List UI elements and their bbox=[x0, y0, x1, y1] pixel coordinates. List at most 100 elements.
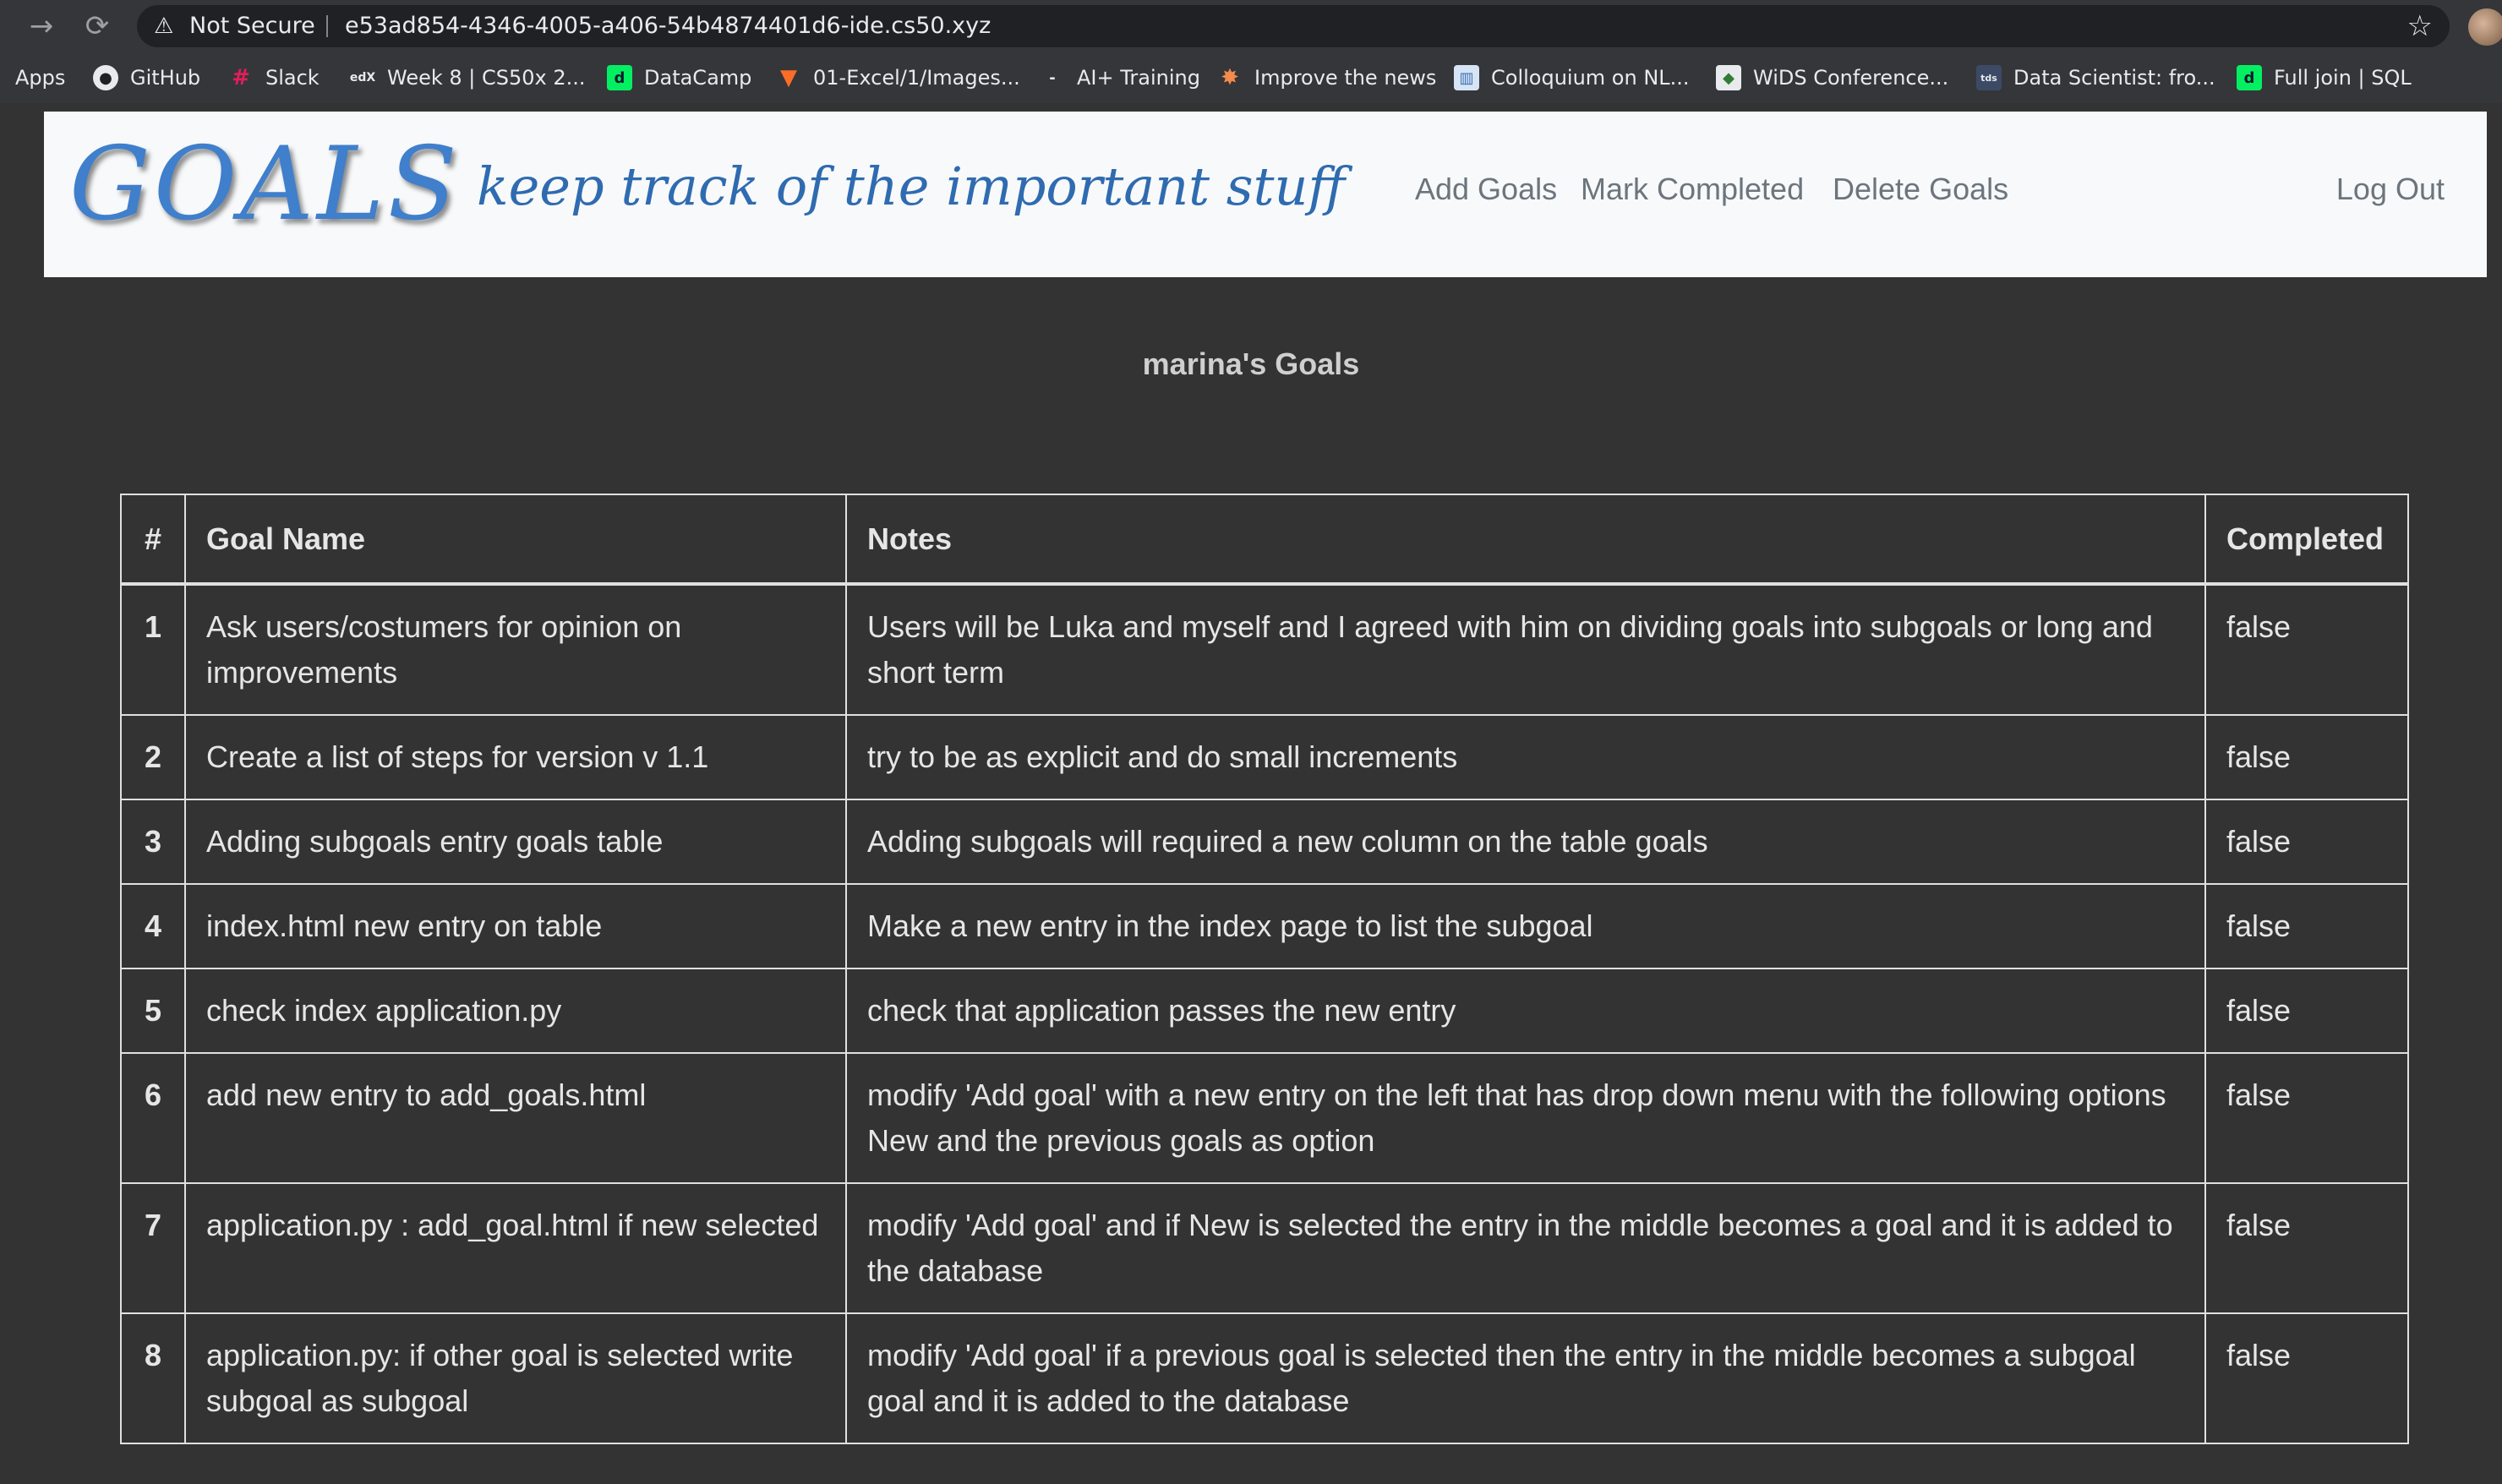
warning-icon: ⚠ bbox=[154, 14, 174, 39]
datacamp-icon: d bbox=[2237, 65, 2262, 90]
forward-icon[interactable]: → bbox=[22, 7, 61, 46]
bookmark-label: 01-Excel/1/Images... bbox=[813, 66, 1020, 90]
goal-number: 8 bbox=[120, 1312, 186, 1444]
wids-icon: ◆ bbox=[1716, 65, 1741, 90]
goal-name: Create a list of steps for version v 1.1 bbox=[184, 714, 847, 800]
site-navbar: GOALS keep track of the important stuff … bbox=[44, 112, 2487, 277]
bookmark-ai-training[interactable]: - AI+ Training bbox=[1040, 63, 1200, 93]
goal-number: 2 bbox=[120, 714, 186, 800]
bookmark-label: AI+ Training bbox=[1077, 66, 1200, 90]
column-header-number: # bbox=[120, 494, 186, 585]
bookmark-label: GitHub bbox=[130, 66, 201, 90]
bookmark-label: DataCamp bbox=[644, 66, 752, 90]
table-row: 5 check index application.py check that … bbox=[120, 968, 2409, 1054]
browser-toolbar: → ⟳ ⚠ Not Secure e53ad854-4346-4005-a406… bbox=[0, 0, 2502, 52]
goal-name: index.html new entry on table bbox=[184, 883, 847, 969]
bookmark-slack[interactable]: # Slack bbox=[228, 63, 320, 93]
goal-name: Ask users/costumers for opinion on impro… bbox=[184, 583, 847, 716]
table-row: 4 index.html new entry on table Make a n… bbox=[120, 883, 2409, 969]
table-row: 7 application.py : add_goal.html if new … bbox=[120, 1182, 2409, 1314]
bookmark-label: Colloquium on NL... bbox=[1491, 66, 1690, 90]
bookmark-week8[interactable]: edX Week 8 | CS50x 2... bbox=[350, 63, 586, 93]
bookmark-gitlab[interactable]: ▼ 01-Excel/1/Images... bbox=[776, 63, 1020, 93]
bookmark-label: Apps bbox=[15, 66, 66, 90]
slack-icon: # bbox=[232, 65, 250, 90]
goal-number: 1 bbox=[120, 583, 186, 716]
goal-notes: modify 'Add goal' and if New is selected… bbox=[845, 1182, 2206, 1314]
goal-notes: check that application passes the new en… bbox=[845, 968, 2206, 1054]
table-row: 1 Ask users/costumers for opinion on imp… bbox=[120, 583, 2409, 716]
table-row: 2 Create a list of steps for version v 1… bbox=[120, 714, 2409, 800]
goal-name: application.py : add_goal.html if new se… bbox=[184, 1182, 847, 1314]
column-header-completed: Completed bbox=[2204, 494, 2409, 585]
bookmark-label: Slack bbox=[265, 66, 320, 90]
improve-news-icon: ✸ bbox=[1221, 65, 1239, 90]
nav-mark-completed[interactable]: Mark Completed bbox=[1581, 157, 1804, 221]
goal-completed: false bbox=[2204, 968, 2409, 1054]
bookmark-apps[interactable]: Apps bbox=[15, 63, 65, 93]
goal-name: add new entry to add_goals.html bbox=[184, 1052, 847, 1184]
goal-completed: false bbox=[2204, 1312, 2409, 1444]
goal-notes: modify 'Add goal' with a new entry on th… bbox=[845, 1052, 2206, 1184]
bookmark-star-icon[interactable]: ☆ bbox=[2407, 5, 2433, 47]
nav-delete-goals[interactable]: Delete Goals bbox=[1833, 157, 2008, 221]
ai-training-icon: - bbox=[1049, 68, 1056, 87]
goals-table: # Goal Name Notes Completed 1 Ask users/… bbox=[120, 494, 2409, 1444]
bookmark-colloquium[interactable]: ▥ Colloquium on NL... bbox=[1454, 63, 1690, 93]
table-header-row: # Goal Name Notes Completed bbox=[120, 494, 2409, 585]
goal-name: application.py: if other goal is selecte… bbox=[184, 1312, 847, 1444]
table-row: 6 add new entry to add_goals.html modify… bbox=[120, 1052, 2409, 1184]
column-header-goal-name: Goal Name bbox=[184, 494, 847, 585]
datacamp-icon: d bbox=[607, 65, 632, 90]
goal-completed: false bbox=[2204, 1052, 2409, 1184]
security-label[interactable]: Not Secure bbox=[189, 5, 315, 47]
bookmark-label: WiDS Conference... bbox=[1753, 66, 1949, 90]
bookmarks-bar: Apps ● GitHub # Slack edX Week 8 | CS50x… bbox=[0, 52, 2502, 103]
url-text[interactable]: e53ad854-4346-4005-a406-54b4874401d6-ide… bbox=[345, 5, 991, 47]
goal-completed: false bbox=[2204, 1182, 2409, 1314]
bookmark-full-join[interactable]: d Full join | SQL bbox=[2237, 63, 2412, 93]
bookmark-wids[interactable]: ◆ WiDS Conference... bbox=[1716, 63, 1948, 93]
github-icon: ● bbox=[93, 65, 118, 90]
tagline: keep track of the important stuff bbox=[477, 155, 1346, 217]
bookmark-improve-news[interactable]: ✸ Improve the news bbox=[1217, 63, 1436, 93]
goal-notes: Make a new entry in the index page to li… bbox=[845, 883, 2206, 969]
goal-completed: false bbox=[2204, 799, 2409, 885]
goal-completed: false bbox=[2204, 583, 2409, 716]
bookmark-label: Data Scientist: fro... bbox=[2013, 66, 2215, 90]
goal-notes: Users will be Luka and myself and I agre… bbox=[845, 583, 2206, 716]
table-row: 3 Adding subgoals entry goals table Addi… bbox=[120, 799, 2409, 885]
nav-add-goals[interactable]: Add Goals bbox=[1415, 157, 1557, 221]
bookmark-github[interactable]: ● GitHub bbox=[93, 63, 200, 93]
nav-log-out[interactable]: Log Out bbox=[2336, 157, 2445, 221]
goal-name: Adding subgoals entry goals table bbox=[184, 799, 847, 885]
column-header-notes: Notes bbox=[845, 494, 2206, 585]
reload-icon[interactable]: ⟳ bbox=[78, 7, 117, 46]
goal-number: 3 bbox=[120, 799, 186, 885]
goal-notes: modify 'Add goal' if a previous goal is … bbox=[845, 1312, 2206, 1444]
bookmark-label: Improve the news bbox=[1254, 66, 1437, 90]
edx-icon: edX bbox=[349, 71, 376, 85]
goal-completed: false bbox=[2204, 714, 2409, 800]
bookmark-datacamp[interactable]: d DataCamp bbox=[607, 63, 751, 93]
goal-notes: Adding subgoals will required a new colu… bbox=[845, 799, 2206, 885]
table-row: 8 application.py: if other goal is selec… bbox=[120, 1312, 2409, 1444]
gitlab-icon: ▼ bbox=[780, 65, 797, 90]
goal-number: 7 bbox=[120, 1182, 186, 1314]
address-separator bbox=[326, 15, 328, 37]
profile-avatar[interactable] bbox=[2468, 8, 2502, 46]
bookmark-label: Full join | SQL bbox=[2274, 66, 2412, 90]
goal-name: check index application.py bbox=[184, 968, 847, 1054]
goal-number: 5 bbox=[120, 968, 186, 1054]
goal-notes: try to be as explicit and do small incre… bbox=[845, 714, 2206, 800]
brand-logo[interactable]: GOALS bbox=[69, 113, 461, 257]
page-title: marina's Goals bbox=[1142, 346, 1360, 381]
goal-number: 4 bbox=[120, 883, 186, 969]
bookmark-label: Week 8 | CS50x 2... bbox=[387, 66, 586, 90]
tds-icon: tds bbox=[1976, 65, 2002, 90]
bookmark-data-scientist[interactable]: tds Data Scientist: fro... bbox=[1976, 63, 2215, 93]
address-bar[interactable]: ⚠ Not Secure e53ad854-4346-4005-a406-54b… bbox=[137, 5, 2450, 47]
goal-number: 6 bbox=[120, 1052, 186, 1184]
colloquium-icon: ▥ bbox=[1454, 65, 1479, 90]
goal-completed: false bbox=[2204, 883, 2409, 969]
